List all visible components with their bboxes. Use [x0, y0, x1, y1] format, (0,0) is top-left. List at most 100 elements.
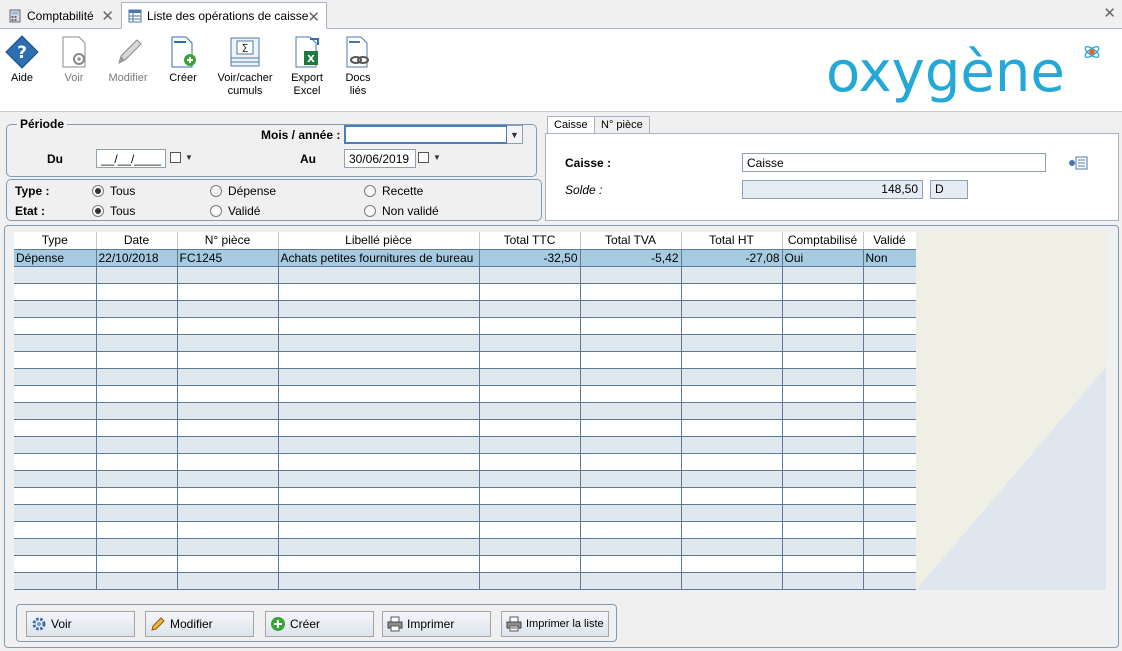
table-cell: Non — [863, 249, 917, 267]
chevron-down-icon[interactable]: ▼ — [433, 153, 441, 162]
grid-empty-area — [916, 232, 1106, 590]
table-cell — [782, 555, 864, 573]
chevron-down-icon[interactable]: ▼ — [185, 153, 193, 162]
operations-grid[interactable]: Type Date N° pièce Libellé pièce Total T… — [14, 232, 1106, 590]
col-header[interactable]: Total TVA — [580, 232, 682, 250]
etat-radio-tous[interactable]: Tous — [92, 204, 135, 218]
calendar-icon[interactable] — [418, 152, 429, 163]
table-row-empty — [14, 385, 917, 403]
table-cell — [863, 283, 917, 301]
table-cell — [782, 487, 864, 505]
close-icon[interactable]: ✕ — [101, 7, 114, 25]
col-header[interactable]: Type — [14, 232, 97, 250]
col-header[interactable]: Comptabilisé — [782, 232, 864, 250]
creer-button[interactable]: Créer — [265, 611, 374, 637]
table-cell — [177, 521, 279, 539]
imprimer-button[interactable]: Imprimer — [382, 611, 491, 637]
svg-text:Σ: Σ — [242, 42, 249, 55]
table-cell: -32,50 — [479, 249, 581, 267]
table-row-empty — [14, 283, 917, 301]
etat-label: Etat : — [15, 204, 45, 218]
creer-button[interactable]: Créer — [153, 35, 213, 85]
table-cell — [177, 283, 279, 301]
chevron-down-icon[interactable]: ▼ — [507, 125, 523, 144]
table-cell — [782, 385, 864, 403]
table-cell — [278, 521, 480, 539]
help-icon: ? — [5, 35, 39, 69]
table-cell — [96, 555, 178, 573]
voir-button[interactable]: Voir — [44, 35, 104, 85]
table-cell — [14, 402, 97, 420]
voir-cacher-cumuls-button[interactable]: Σ Voir/cacher cumuls — [215, 35, 275, 98]
table-cell — [96, 351, 178, 369]
table-row-empty — [14, 555, 917, 573]
table-cell — [580, 351, 682, 369]
table-cell — [580, 419, 682, 437]
table-row-empty — [14, 317, 917, 335]
modifier-button[interactable]: Modifier — [98, 35, 158, 85]
table-cell — [96, 538, 178, 556]
table-cell — [96, 317, 178, 335]
caisse-field[interactable] — [742, 153, 1046, 172]
close-icon[interactable]: ✕ — [307, 8, 320, 26]
table-cell — [863, 385, 917, 403]
type-radio-tous[interactable]: Tous — [92, 184, 135, 198]
table-row-empty — [14, 538, 917, 556]
table-cell — [96, 572, 178, 590]
type-radio-depense[interactable]: Dépense — [210, 184, 276, 198]
col-header[interactable]: Total HT — [681, 232, 783, 250]
voir-button[interactable]: Voir — [26, 611, 135, 637]
calendar-icon[interactable] — [170, 152, 181, 163]
col-header[interactable]: Libellé pièce — [278, 232, 480, 250]
table-cell — [96, 402, 178, 420]
table-cell — [580, 334, 682, 352]
table-cell — [177, 317, 279, 335]
type-radio-recette[interactable]: Recette — [364, 184, 423, 198]
etat-radio-non-valide[interactable]: Non validé — [364, 204, 439, 218]
select-list-icon[interactable] — [1068, 156, 1088, 170]
gear-icon — [32, 617, 46, 631]
col-header[interactable]: Total TTC — [479, 232, 581, 250]
modifier-button[interactable]: Modifier — [145, 611, 254, 637]
table-cell — [479, 419, 581, 437]
imprimer-liste-button[interactable]: Imprimer la liste — [501, 611, 609, 637]
col-header[interactable]: N° pièce — [177, 232, 279, 250]
table-cell — [681, 283, 783, 301]
tab-n-piece[interactable]: N° pièce — [594, 116, 650, 134]
table-cell — [177, 368, 279, 386]
table-cell — [14, 538, 97, 556]
col-header[interactable]: Validé — [863, 232, 917, 250]
table-cell — [681, 436, 783, 454]
tab-liste-operations[interactable]: Liste des opérations de caisse ✕ — [121, 2, 327, 29]
close-icon[interactable]: ✕ — [1103, 4, 1116, 22]
table-cell — [278, 572, 480, 590]
table-cell — [278, 436, 480, 454]
table-cell — [96, 453, 178, 471]
table-row-empty — [14, 334, 917, 352]
table-cell — [681, 334, 783, 352]
tab-comptabilite[interactable]: Comptabilité ✕ — [2, 2, 120, 29]
table-cell — [681, 266, 783, 284]
mois-annee-input[interactable] — [344, 125, 508, 144]
table-cell — [681, 300, 783, 318]
table-cell — [863, 504, 917, 522]
table-cell — [14, 572, 97, 590]
table-cell — [782, 402, 864, 420]
tab-caisse[interactable]: Caisse — [547, 116, 595, 134]
col-header[interactable]: Date — [96, 232, 178, 250]
table-cell — [14, 419, 97, 437]
etat-radio-valide[interactable]: Validé — [210, 204, 260, 218]
date-du-input[interactable] — [96, 149, 166, 168]
excel-export-icon: X — [295, 36, 319, 68]
table-cell: -27,08 — [681, 249, 783, 267]
table-cell — [479, 572, 581, 590]
date-au-input[interactable] — [344, 149, 416, 168]
table-cell — [580, 385, 682, 403]
table-cell — [782, 334, 864, 352]
table-row[interactable]: Dépense 22/10/2018 FC1245 Achats petites… — [14, 249, 917, 267]
table-cell — [479, 283, 581, 301]
oxygene-logo: oxygène — [826, 40, 1100, 103]
table-cell — [177, 555, 279, 573]
table-cell — [96, 334, 178, 352]
docs-lies-button[interactable]: Docs liés — [328, 35, 388, 98]
